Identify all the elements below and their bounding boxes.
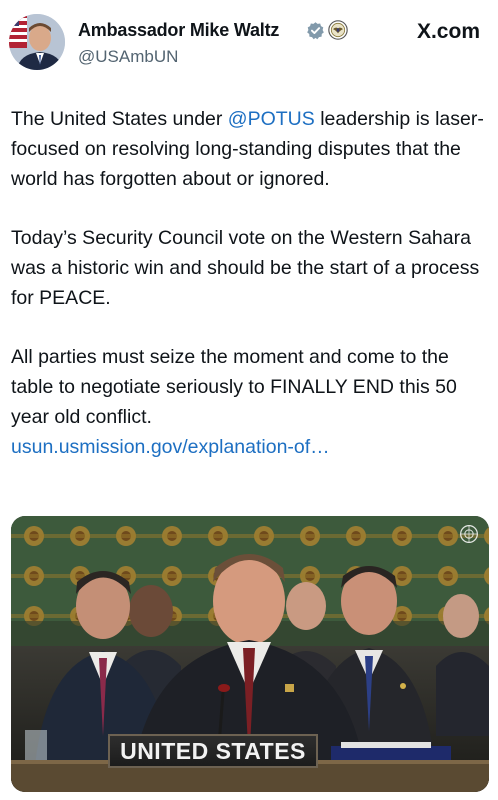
un-emblem-icon [460,525,478,543]
avatar[interactable] [9,14,65,70]
site-logo: X.com [416,20,480,43]
country-nameplate: UNITED STATES [108,734,318,768]
government-seal-icon [328,20,348,40]
verified-badge-icon [307,22,324,40]
user-handle[interactable]: @USAmbUN [78,47,178,67]
tweet-text: The United States under @POTUS leadershi… [11,104,491,462]
display-name[interactable]: Ambassador Mike Waltz [78,20,279,41]
tweet-paragraph-3: All parties must seize the moment and co… [11,342,491,462]
url-link[interactable]: usun.usmission.gov/explanation-of… [11,432,491,462]
media-photo[interactable]: UNITED STATES [11,516,489,792]
tweet-text-segment: The United States under [11,108,228,130]
avatar-image [9,14,65,70]
tweet-header: Ambassador Mike Waltz @USAmbUN X.com [0,0,498,90]
tweet-paragraph-2: Today’s Security Council vote on the Wes… [11,227,480,309]
tweet-text-segment: All parties must seize the moment and co… [11,346,457,428]
mention-link[interactable]: @POTUS [228,108,315,130]
tweet-paragraph-1: The United States under @POTUS leadershi… [11,104,491,194]
